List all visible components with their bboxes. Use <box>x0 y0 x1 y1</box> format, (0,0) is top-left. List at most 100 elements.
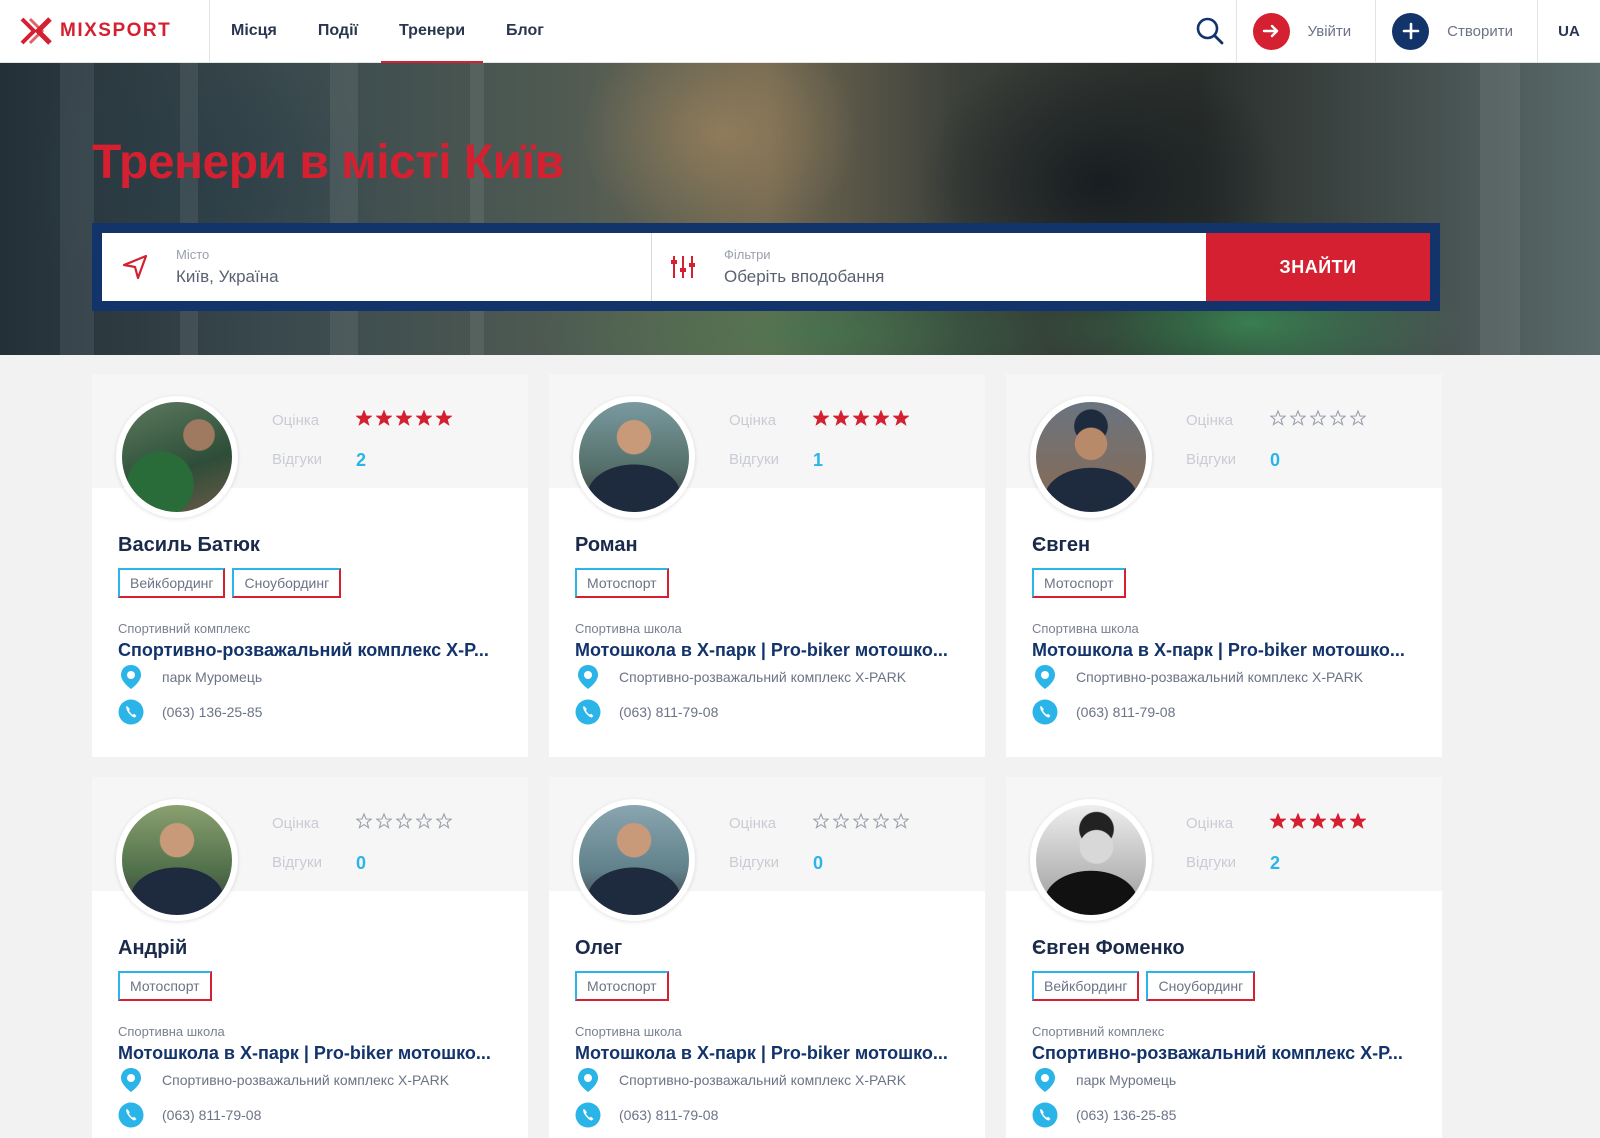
sport-tag[interactable]: Сноубординг <box>1146 971 1256 1001</box>
phone-text[interactable]: (063) 811-79-08 <box>619 1107 718 1123</box>
phone-icon <box>118 699 144 725</box>
trainer-card[interactable]: Оцінка Відгуки 0 Євген Мотоспорт Спортив… <box>1006 374 1442 757</box>
search-icon <box>1196 17 1224 45</box>
nav-item-places[interactable]: Місця <box>231 0 277 63</box>
trainer-name[interactable]: Олег <box>575 937 622 960</box>
sport-tags: Мотоспорт <box>575 971 669 1001</box>
sport-tag[interactable]: Сноубординг <box>232 568 342 598</box>
place-type: Спортивна школа <box>1032 621 1139 636</box>
trainer-list: Оцінка Відгуки 2 Василь Батюк Вейкбордин… <box>92 374 1442 1138</box>
place-name[interactable]: Спортивно-розважальний комплекс X-P... <box>118 640 508 661</box>
avatar[interactable] <box>116 799 238 921</box>
find-button[interactable]: ЗНАЙТИ <box>1206 233 1430 301</box>
place-type: Спортивна школа <box>575 1024 682 1039</box>
address-line: Спортивно-розважальний комплекс X-PARK <box>575 664 906 690</box>
rating-label: Оцінка <box>729 412 777 429</box>
create-button[interactable]: Створити <box>1376 0 1538 63</box>
place-name[interactable]: Мотошкола в Х-парк | Pro-biker мотошко..… <box>118 1043 508 1064</box>
avatar[interactable] <box>1030 799 1152 921</box>
trainer-name[interactable]: Андрій <box>118 937 187 960</box>
sport-tag[interactable]: Мотоспорт <box>575 568 669 598</box>
location-pin-icon <box>118 1067 144 1093</box>
sport-tags: Мотоспорт <box>1032 568 1126 598</box>
star-filled-icon <box>416 410 432 426</box>
phone-text[interactable]: (063) 811-79-08 <box>162 1107 261 1123</box>
address-line: парк Муромець <box>1032 1067 1176 1093</box>
phone-icon <box>1032 1102 1058 1128</box>
trainer-card[interactable]: Оцінка Відгуки 1 Роман Мотоспорт Спортив… <box>549 374 985 757</box>
rating-stars <box>1270 410 1366 426</box>
sport-tags: Мотоспорт <box>118 971 212 1001</box>
trainer-name[interactable]: Євген <box>1032 534 1090 557</box>
address-text: Спортивно-розважальний комплекс X-PARK <box>1076 669 1364 685</box>
reviews-count[interactable]: 1 <box>813 450 823 471</box>
trainer-name[interactable]: Роман <box>575 534 638 557</box>
nav-item-blog[interactable]: Блог <box>506 0 544 63</box>
avatar-photo <box>122 805 232 915</box>
place-type: Спортивний комплекс <box>1032 1024 1165 1039</box>
star-empty-icon <box>396 813 412 829</box>
sport-tag[interactable]: Мотоспорт <box>118 971 212 1001</box>
phone-line: (063) 811-79-08 <box>1032 699 1175 725</box>
reviews-label: Відгуки <box>272 854 323 871</box>
avatar-photo <box>579 402 689 512</box>
sport-tag[interactable]: Мотоспорт <box>1032 568 1126 598</box>
place-name[interactable]: Мотошкола в Х-парк | Pro-biker мотошко..… <box>575 640 965 661</box>
reviews-label: Відгуки <box>1186 854 1237 871</box>
search-button[interactable] <box>1185 0 1237 63</box>
star-filled-icon <box>1270 813 1286 829</box>
filter-label: Фільтри <box>724 247 771 262</box>
filter-field[interactable]: Фільтри Оберіть вподобання <box>652 233 1206 301</box>
reviews-count[interactable]: 0 <box>813 853 823 874</box>
location-arrow-icon <box>120 252 150 282</box>
nav-item-events[interactable]: Події <box>318 0 358 63</box>
reviews-count[interactable]: 2 <box>1270 853 1280 874</box>
logo[interactable]: MIXSPORT <box>0 0 210 63</box>
hero-banner: Тренери в місті Київ Місто Київ, Україна <box>0 63 1600 355</box>
rating-stars <box>813 410 909 426</box>
reviews-count[interactable]: 0 <box>356 853 366 874</box>
trainer-card[interactable]: Оцінка Відгуки 0 Олег Мотоспорт Спортивн… <box>549 777 985 1138</box>
phone-icon <box>575 1102 601 1128</box>
address-line: Спортивно-розважальний комплекс X-PARK <box>118 1067 449 1093</box>
sport-tags: Вейкбординг Сноубординг <box>1032 971 1256 1001</box>
phone-text[interactable]: (063) 811-79-08 <box>619 704 718 720</box>
trainer-card[interactable]: Оцінка Відгуки 2 Василь Батюк Вейкбордин… <box>92 374 528 757</box>
address-text: парк Муромець <box>1076 1072 1177 1088</box>
place-name[interactable]: Спортивно-розважальний комплекс X-P... <box>1032 1043 1422 1064</box>
star-empty-icon <box>356 813 372 829</box>
login-icon <box>1252 12 1290 50</box>
star-empty-icon <box>1270 410 1286 426</box>
phone-text[interactable]: (063) 136-25-85 <box>1076 1107 1176 1123</box>
plus-icon <box>1392 12 1430 50</box>
phone-text[interactable]: (063) 136-25-85 <box>162 704 262 720</box>
trainer-card[interactable]: Оцінка Відгуки 2 Євген Фоменко Вейкборди… <box>1006 777 1442 1138</box>
sport-tags: Вейкбординг Сноубординг <box>118 568 342 598</box>
avatar[interactable] <box>116 396 238 518</box>
phone-text[interactable]: (063) 811-79-08 <box>1076 704 1175 720</box>
nav-item-trainers[interactable]: Тренери <box>381 0 484 64</box>
trainer-card[interactable]: Оцінка Відгуки 0 Андрій Мотоспорт Спорти… <box>92 777 528 1138</box>
avatar[interactable] <box>573 396 695 518</box>
sport-tag[interactable]: Мотоспорт <box>575 971 669 1001</box>
trainer-name[interactable]: Євген Фоменко <box>1032 937 1185 960</box>
reviews-count[interactable]: 0 <box>1270 450 1280 471</box>
city-value: Київ, Україна <box>176 267 279 286</box>
place-name[interactable]: Мотошкола в Х-парк | Pro-biker мотошко..… <box>1032 640 1422 661</box>
location-pin-icon <box>1032 664 1058 690</box>
star-filled-icon <box>436 410 452 426</box>
language-switcher[interactable]: UA <box>1538 0 1600 63</box>
reviews-count[interactable]: 2 <box>356 450 366 471</box>
address-text: Спортивно-розважальний комплекс X-PARK <box>619 1072 907 1088</box>
avatar[interactable] <box>573 799 695 921</box>
login-button[interactable]: Увійти <box>1237 0 1377 63</box>
city-field[interactable]: Місто Київ, Україна <box>102 233 652 301</box>
avatar[interactable] <box>1030 396 1152 518</box>
trainer-name[interactable]: Василь Батюк <box>118 534 260 557</box>
location-pin-icon <box>118 664 144 690</box>
place-name[interactable]: Мотошкола в Х-парк | Pro-biker мотошко..… <box>575 1043 965 1064</box>
sport-tag[interactable]: Вейкбординг <box>118 568 226 598</box>
sport-tag[interactable]: Вейкбординг <box>1032 971 1140 1001</box>
filter-value: Оберіть вподобання <box>724 267 885 286</box>
rating-label: Оцінка <box>729 815 777 832</box>
